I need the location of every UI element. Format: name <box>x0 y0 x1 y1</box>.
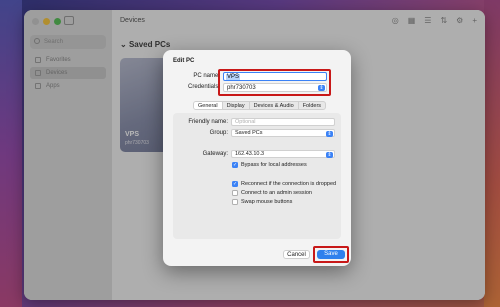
friendly-name-label: Friendly name: <box>188 119 228 125</box>
tab-display[interactable]: Display <box>223 102 250 109</box>
group-label: Group: <box>209 130 228 136</box>
chevron-updown-icon: ⇕ <box>326 152 333 158</box>
tab-folders[interactable]: Folders <box>299 102 325 109</box>
tab-devices-audio[interactable]: Devices & Audio <box>250 102 299 109</box>
dialog-title: Edit PC <box>173 58 195 64</box>
gateway-select[interactable]: 162.43.10.3 ⇕ <box>231 150 335 158</box>
credentials-label: Credentials: <box>187 84 220 90</box>
swap-mouse-label: Swap mouse buttons <box>241 199 293 205</box>
gateway-label: Gateway: <box>202 151 228 157</box>
group-select[interactable]: Saved PCs ⇕ <box>231 129 335 137</box>
chevron-updown-icon: ⇕ <box>326 131 333 137</box>
admin-session-checkbox[interactable] <box>232 190 238 196</box>
highlight-box-save <box>313 246 349 263</box>
admin-session-label: Connect to an admin session <box>241 190 312 196</box>
reconnect-label: Reconnect if the connection is dropped <box>241 181 337 187</box>
pc-name-label: PC name: <box>193 73 220 79</box>
bypass-label: Bypass for local addresses <box>241 162 307 168</box>
tab-general[interactable]: General <box>194 102 223 109</box>
highlight-box-fields <box>218 69 331 96</box>
bypass-checkbox[interactable]: ✓ <box>232 162 238 168</box>
gateway-value: 162.43.10.3 <box>235 151 265 157</box>
reconnect-checkbox[interactable]: ✓ <box>232 181 238 187</box>
friendly-name-input[interactable]: Optional <box>231 118 335 126</box>
edit-pc-dialog: Edit PC PC name: VPS Credentials: phr730… <box>163 50 351 266</box>
general-panel: Friendly name: Optional Group: Saved PCs… <box>173 113 341 239</box>
cancel-button[interactable]: Cancel <box>283 250 310 259</box>
swap-mouse-checkbox[interactable] <box>232 199 238 205</box>
group-value: Saved PCs <box>235 130 263 136</box>
settings-tabs: General Display Devices & Audio Folders <box>193 101 327 110</box>
